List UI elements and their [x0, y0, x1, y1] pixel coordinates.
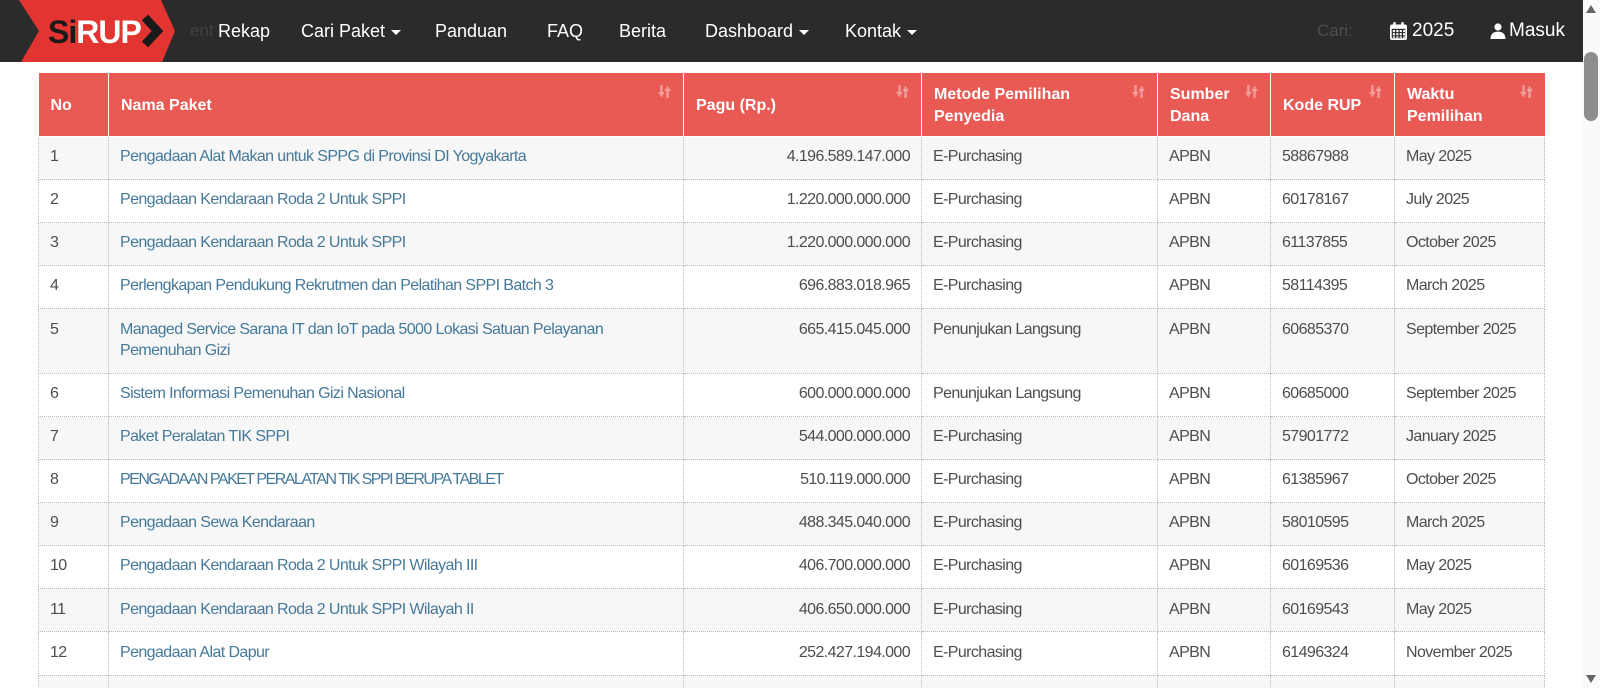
svg-text:SiRUP: SiRUP	[48, 14, 141, 50]
